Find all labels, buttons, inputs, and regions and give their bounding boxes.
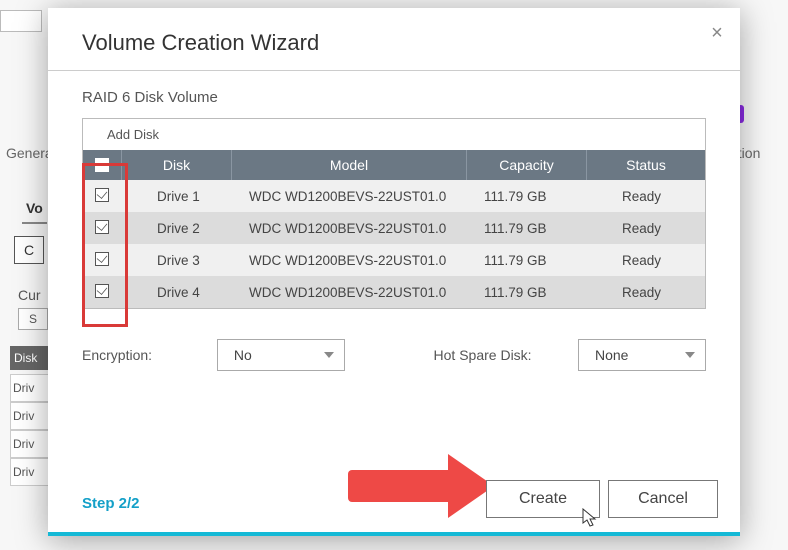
create-button[interactable]: Create [486,480,600,518]
cell-disk: Drive 1 [121,189,231,204]
col-header-status: Status [586,150,705,180]
cancel-button[interactable]: Cancel [608,480,718,518]
dialog-title: Volume Creation Wizard [48,8,740,71]
cell-capacity: 111.79 GB [466,189,586,204]
cell-disk: Drive 4 [121,285,231,300]
volume-creation-wizard-dialog: × Volume Creation Wizard RAID 6 Disk Vol… [48,8,740,536]
select-all-checkbox[interactable] [95,158,109,172]
row-checkbox[interactable] [95,188,109,202]
table-row: Drive 1WDC WD1200BEVS-22UST01.0111.79 GB… [83,180,705,212]
bg-s-box: S [18,308,48,330]
col-header-disk: Disk [121,150,231,180]
bg-curr-label: Cur [18,287,41,303]
cell-model: WDC WD1200BEVS-22UST01.0 [231,221,466,236]
cell-disk: Drive 2 [121,221,231,236]
bg-c-button: C [14,236,44,264]
cell-status: Ready [586,189,705,204]
bg-vol-tab: Vo [22,200,47,224]
row-checkbox[interactable] [95,252,109,266]
hot-spare-select[interactable]: None [578,339,706,371]
row-checkbox[interactable] [95,220,109,234]
dialog-footer: Step 2/2 Create Cancel [48,468,740,536]
hot-spare-label: Hot Spare Disk: [434,347,548,363]
cell-model: WDC WD1200BEVS-22UST01.0 [231,285,466,300]
table-row: Drive 4WDC WD1200BEVS-22UST01.0111.79 GB… [83,276,705,308]
hot-spare-value: None [595,347,628,363]
table-row: Drive 2WDC WD1200BEVS-22UST01.0111.79 GB… [83,212,705,244]
encryption-label: Encryption: [82,347,187,363]
bg-toolbar [0,10,42,32]
cell-model: WDC WD1200BEVS-22UST01.0 [231,253,466,268]
chevron-down-icon [324,352,334,358]
cell-capacity: 111.79 GB [466,285,586,300]
step-indicator: Step 2/2 [82,495,140,512]
cell-status: Ready [586,285,705,300]
disk-table: Add Disk Disk Model Capacity Status Driv… [82,118,706,309]
cell-status: Ready [586,253,705,268]
cell-disk: Drive 3 [121,253,231,268]
cell-capacity: 111.79 GB [466,253,586,268]
encryption-select[interactable]: No [217,339,345,371]
encryption-value: No [234,347,252,363]
add-disk-label: Add Disk [83,119,705,150]
cell-model: WDC WD1200BEVS-22UST01.0 [231,189,466,204]
cell-capacity: 111.79 GB [466,221,586,236]
table-row: Drive 3WDC WD1200BEVS-22UST01.0111.79 GB… [83,244,705,276]
col-header-model: Model [231,150,466,180]
row-checkbox[interactable] [95,284,109,298]
bg-general-label: Genera [6,145,53,161]
close-icon[interactable]: × [708,24,726,42]
col-header-capacity: Capacity [466,150,586,180]
volume-type-subtitle: RAID 6 Disk Volume [82,89,706,106]
chevron-down-icon [685,352,695,358]
table-header: Disk Model Capacity Status [83,150,705,180]
cell-status: Ready [586,221,705,236]
